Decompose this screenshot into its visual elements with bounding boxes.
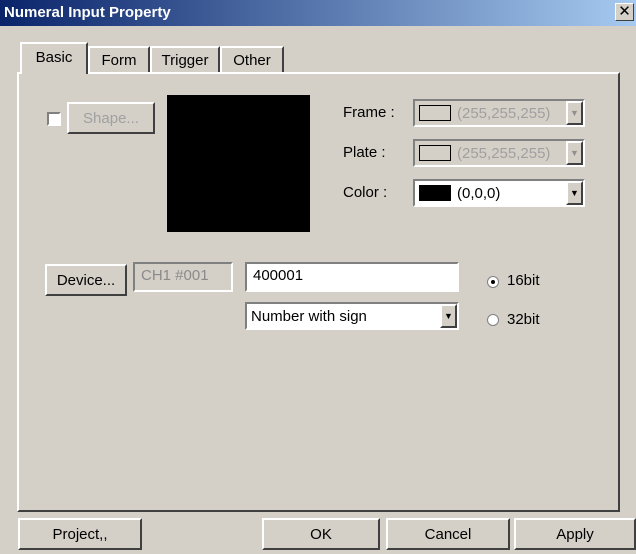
tab-basic[interactable]: Basic	[20, 42, 88, 74]
number-format-value: Number with sign	[251, 308, 367, 325]
frame-color-swatch	[419, 105, 451, 121]
apply-button[interactable]: Apply	[514, 518, 636, 550]
cancel-button-label: Cancel	[424, 526, 472, 543]
plate-color-select[interactable]: (255,255,255) ▼	[413, 139, 585, 167]
chevron-down-icon[interactable]: ▼	[440, 304, 457, 328]
plate-color-swatch	[419, 145, 451, 161]
radio-selected-dot	[491, 280, 495, 284]
device-address-input[interactable]: 400001	[245, 262, 459, 292]
shape-preview	[167, 95, 310, 232]
cancel-button[interactable]: Cancel	[386, 518, 510, 550]
close-icon[interactable]: ✕	[615, 3, 634, 21]
chevron-down-icon[interactable]: ▼	[566, 181, 583, 205]
text-color-swatch	[419, 185, 451, 201]
ok-button-label: OK	[310, 526, 332, 543]
frame-label: Frame :	[343, 104, 395, 121]
tab-other-label: Other	[233, 52, 271, 69]
radio-16bit-label: 16bit	[507, 272, 540, 289]
radio-32bit-label: 32bit	[507, 311, 540, 328]
radio-32bit[interactable]	[487, 314, 499, 326]
ok-button[interactable]: OK	[262, 518, 380, 550]
tab-trigger[interactable]: Trigger	[150, 46, 220, 72]
device-button-label: Device...	[56, 272, 116, 289]
project-button-label: Project,,	[52, 526, 108, 543]
text-color-select[interactable]: (0,0,0) ▼	[413, 179, 585, 207]
property-dialog: Numeral Input Property ✕ Basic Form Trig…	[0, 0, 636, 554]
device-channel-field: CH1 #001	[133, 262, 233, 292]
shape-checkbox[interactable]	[47, 112, 61, 126]
device-button[interactable]: Device...	[45, 264, 127, 296]
device-channel-value: CH1 #001	[141, 267, 209, 284]
project-button[interactable]: Project,,	[18, 518, 142, 550]
device-address-value: 400001	[253, 267, 304, 284]
tab-basic-label: Basic	[35, 49, 73, 66]
chevron-down-icon[interactable]: ▼	[566, 141, 583, 165]
tab-form[interactable]: Form	[88, 46, 150, 72]
text-color-value: (0,0,0)	[457, 185, 501, 202]
basic-panel: Shape... Frame : (255,255,255) ▼ Plate :…	[17, 72, 620, 512]
number-format-select[interactable]: Number with sign ▼	[245, 302, 459, 330]
frame-color-value: (255,255,255)	[457, 105, 551, 122]
title-bar: Numeral Input Property ✕	[0, 0, 636, 26]
shape-button[interactable]: Shape...	[67, 102, 155, 134]
chevron-down-icon[interactable]: ▼	[566, 101, 583, 125]
tab-trigger-label: Trigger	[161, 52, 209, 69]
plate-color-value: (255,255,255)	[457, 145, 551, 162]
tab-other[interactable]: Other	[220, 46, 284, 72]
plate-label: Plate :	[343, 144, 386, 161]
color-label: Color :	[343, 184, 388, 201]
apply-button-label: Apply	[556, 526, 594, 543]
tab-form-label: Form	[101, 52, 137, 69]
window-title: Numeral Input Property	[4, 4, 171, 21]
shape-button-label: Shape...	[83, 110, 139, 127]
frame-color-select[interactable]: (255,255,255) ▼	[413, 99, 585, 127]
radio-16bit[interactable]	[487, 276, 499, 288]
